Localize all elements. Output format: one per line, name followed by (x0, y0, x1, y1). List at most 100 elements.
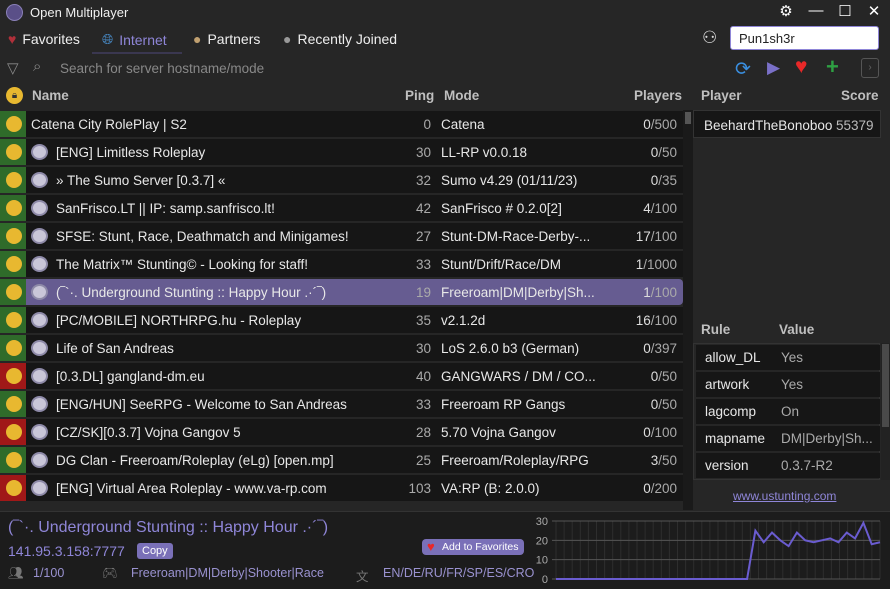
unlocked-status (0, 391, 26, 417)
lock-column-icon[interactable]: 🔒︎ (6, 87, 23, 104)
server-row[interactable]: Catena City RolePlay | S2 0 Catena 0/500 (0, 111, 683, 137)
server-list: Catena City RolePlay | S2 0 Catena 0/500… (0, 110, 683, 510)
tab-label: Recently Joined (297, 31, 398, 47)
settings-gear-icon[interactable]: ⚙ (776, 2, 796, 20)
server-name: DG Clan - Freeroam/Roleplay (eLg) [open.… (56, 453, 334, 468)
server-mode: Freeroam/Roleplay/RPG (441, 453, 589, 468)
server-row[interactable]: [ENG/HUN] SeeRPG - Welcome to San Andrea… (0, 391, 683, 417)
unlock-icon (6, 396, 22, 412)
server-mode: GANGWARS / DM / CO... (441, 369, 596, 384)
unlocked-status (0, 223, 26, 249)
server-players: 0/100 (643, 425, 677, 440)
rule-row: mapname DM|Derby|Sh... (696, 426, 880, 451)
maximize-button[interactable]: ☐ (835, 2, 855, 20)
column-header-name[interactable]: Name (32, 88, 69, 103)
unlocked-status (0, 251, 26, 277)
tab-favorites[interactable]: ♥ Favorites (8, 31, 80, 47)
server-name: [ENG] Virtual Area Roleplay - www.va-rp.… (56, 481, 327, 496)
server-name: (‾`·. Underground Stunting :: Happy Hour… (56, 285, 327, 300)
player-column-header: Player (701, 88, 742, 103)
refresh-icon[interactable]: ⟳ (735, 58, 751, 81)
openmp-icon (31, 200, 48, 216)
column-header-players[interactable]: Players (634, 88, 682, 103)
connect-play-icon[interactable]: ▶ (767, 58, 780, 78)
server-row[interactable]: The Matrix™ Stunting© - Looking for staf… (0, 251, 683, 277)
server-row[interactable]: [PC/MOBILE] NORTHRPG.hu - Roleplay 35 v2… (0, 307, 683, 333)
copy-address-button[interactable]: Copy (137, 543, 173, 559)
server-players: 0/35 (651, 173, 677, 188)
search-input[interactable]: Search for server hostname/mode (60, 61, 264, 76)
server-row[interactable]: SanFrisco.LT || IP: samp.sanfrisco.lt! 4… (0, 195, 683, 221)
server-row[interactable]: (‾`·. Underground Stunting :: Happy Hour… (0, 279, 683, 305)
players-online: 16 (635, 313, 651, 328)
server-players: 1/100 (643, 285, 677, 300)
rules-list: allow_DL Yes artwork Yes lagcomp On mapname DM|… (693, 343, 880, 480)
players-max: /100 (650, 313, 677, 328)
minimize-button[interactable]: — (806, 2, 826, 19)
server-players: 0/50 (651, 397, 677, 412)
scrollbar-thumb[interactable] (685, 112, 691, 124)
column-header-ping[interactable]: Ping (405, 88, 434, 103)
players-max: /100 (650, 285, 677, 300)
players-online: 0 (643, 481, 651, 496)
add-server-icon[interactable]: + (826, 54, 839, 80)
unlocked-status (0, 167, 26, 193)
nickname-input[interactable]: Pun1sh3r (730, 26, 879, 50)
lock-icon (6, 480, 22, 496)
server-row[interactable]: SFSE: Stunt, Race, Deathmatch and Miniga… (0, 223, 683, 249)
server-name: [PC/MOBILE] NORTHRPG.hu - Roleplay (56, 313, 302, 328)
search-icon: ⌕ (33, 58, 42, 75)
lock-icon (6, 424, 22, 440)
close-button[interactable]: ✕ (864, 2, 884, 20)
server-row[interactable]: [0.3.DL] gangland-dm.eu 40 GANGWARS / DM… (0, 363, 683, 389)
column-header-mode[interactable]: Mode (444, 88, 479, 103)
server-players: 17/100 (636, 229, 677, 244)
unlocked-status (0, 307, 26, 333)
player-score: 55379 (836, 118, 874, 133)
rules-scrollbar-thumb[interactable] (882, 344, 889, 427)
server-list-scrollbar[interactable] (683, 110, 693, 510)
rule-name: version (705, 458, 749, 473)
unlock-icon (6, 228, 22, 244)
server-name: [ENG] Limitless Roleplay (56, 145, 206, 160)
handshake-icon: ● (193, 31, 202, 47)
rule-row: artwork Yes (696, 372, 880, 397)
server-name: [ENG/HUN] SeeRPG - Welcome to San Andrea… (56, 397, 347, 412)
server-row[interactable]: [ENG] Virtual Area Roleplay - www.va-rp.… (0, 475, 683, 501)
tab-recently-joined[interactable]: ● Recently Joined (283, 31, 397, 47)
server-row[interactable]: Life of San Andreas 30 LoS 2.6.0 b3 (Ger… (0, 335, 683, 361)
players-max: /200 (650, 481, 677, 496)
rule-row: allow_DL Yes (696, 345, 880, 370)
unlocked-status (0, 279, 26, 305)
server-ping: 25 (415, 453, 431, 468)
game-mode: Freeroam|DM|Derby|Shooter|Race (131, 566, 324, 580)
players-max: /35 (658, 173, 677, 188)
locked-status (0, 475, 26, 501)
server-row[interactable]: [CZ/SK][0.3.7] Vojna Gangov 5 28 5.70 Vo… (0, 419, 683, 445)
rule-column-header: Rule (701, 322, 731, 337)
server-mode: Sumo v4.29 (01/11/23) (441, 173, 578, 188)
gamepad-icon: 🎮︎ (102, 566, 118, 580)
rule-row: lagcomp On (696, 399, 880, 424)
unlock-icon (6, 200, 22, 216)
server-row[interactable]: » The Sumo Server [0.3.7] « 32 Sumo v4.2… (0, 167, 683, 193)
rule-name: allow_DL (705, 350, 761, 365)
filter-icon[interactable]: ▽ (7, 59, 19, 77)
rule-value: 0.3.7-R2 (781, 458, 833, 473)
rule-name: artwork (705, 377, 750, 392)
server-ping: 0 (423, 117, 431, 132)
server-website-link[interactable]: www.ustunting.com (733, 489, 836, 503)
server-players: 1/1000 (636, 257, 677, 272)
tab-partners[interactable]: ● Partners (193, 31, 260, 47)
toggle-sidebar-icon[interactable]: › (861, 58, 879, 78)
add-to-favorites-button[interactable]: ♥ Add to Favorites (422, 539, 525, 555)
tab-internet[interactable]: 🌐︎ Internet (102, 31, 167, 48)
server-row[interactable]: DG Clan - Freeroam/Roleplay (eLg) [open.… (0, 447, 683, 473)
rule-name: lagcomp (705, 404, 757, 419)
app-logo-icon (6, 4, 23, 21)
players-max: /100 (650, 425, 677, 440)
server-row[interactable]: [ENG] Limitless Roleplay 30 LL-RP v0.0.1… (0, 139, 683, 165)
favorite-heart-icon[interactable]: ♥ (795, 55, 807, 79)
players-online: 0 (643, 425, 651, 440)
server-mode: Catena (441, 117, 485, 132)
